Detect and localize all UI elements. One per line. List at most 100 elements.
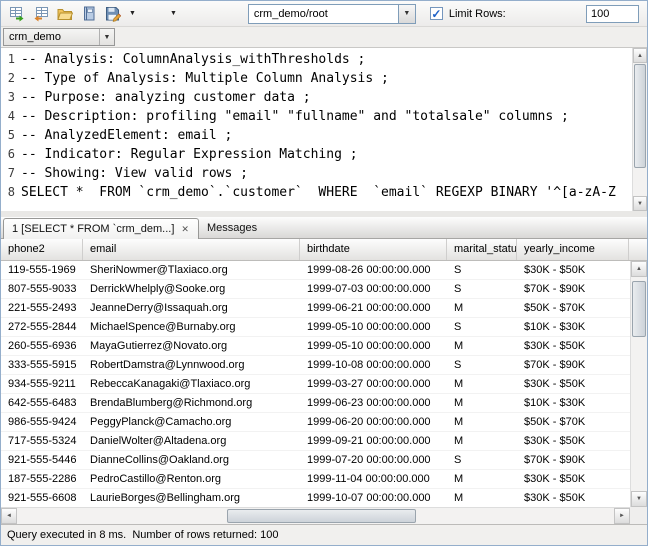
- table-cell: 921-555-6608: [1, 489, 83, 507]
- table-cell: M: [447, 394, 517, 412]
- table-cell: 1999-07-20 00:00:00.000: [300, 451, 447, 469]
- status-text: Query executed in 8 ms. Number of rows r…: [7, 529, 278, 541]
- table-cell: M: [447, 413, 517, 431]
- result-table: phone2emailbirthdatemarital_statusyearly…: [1, 239, 647, 524]
- notebook-icon[interactable]: [78, 3, 100, 24]
- code-line: -- AnalyzedElement: email ;: [21, 126, 232, 145]
- table-cell: 1999-06-21 00:00:00.000: [300, 299, 447, 317]
- table-cell: S: [447, 318, 517, 336]
- table-cell: $30K - $50K: [517, 470, 629, 488]
- sql-editor-window: ▼ ▼ crm_demo/root ▼ ✓ Limit Rows: crm_de…: [0, 0, 648, 546]
- table-cell: 1999-08-26 00:00:00.000: [300, 261, 447, 279]
- table-cell: 1999-09-21 00:00:00.000: [300, 432, 447, 450]
- table-cell: $50K - $70K: [517, 413, 629, 431]
- table-cell: $70K - $90K: [517, 280, 629, 298]
- table-cell: $70K - $90K: [517, 356, 629, 374]
- table-horizontal-scrollbar[interactable]: ◄ ►: [1, 507, 630, 524]
- line-number: 1: [1, 50, 21, 69]
- table-cell: $10K - $30K: [517, 318, 629, 336]
- table-cell: $50K - $70K: [517, 299, 629, 317]
- column-header-email[interactable]: email: [83, 239, 300, 260]
- column-header-birthdate[interactable]: birthdate: [300, 239, 447, 260]
- tab-result-1[interactable]: 1 [SELECT * FROM `crm_dem...] ✕: [3, 218, 199, 239]
- table-cell: M: [447, 337, 517, 355]
- code-line: -- Description: profiling "email" "fulln…: [21, 107, 569, 126]
- scrollbar-thumb[interactable]: [634, 64, 646, 168]
- editor-vertical-scrollbar[interactable]: ▲ ▼: [632, 48, 647, 211]
- table-row[interactable]: 986-555-9424PeggyPlanck@Camacho.org1999-…: [1, 413, 647, 432]
- table-row[interactable]: 807-555-9033DerrickWhelply@Sooke.org1999…: [1, 280, 647, 299]
- check-icon: ✓: [431, 9, 441, 19]
- chevron-down-icon[interactable]: ▼: [126, 10, 139, 17]
- open-folder-icon[interactable]: [54, 3, 76, 24]
- table-cell: M: [447, 470, 517, 488]
- connection-combo-value: crm_demo/root: [249, 5, 398, 23]
- result-tabbar: 1 [SELECT * FROM `crm_dem...] ✕ Messages: [1, 217, 647, 239]
- table-cell: 1999-03-27 00:00:00.000: [300, 375, 447, 393]
- scroll-right-icon[interactable]: ►: [614, 508, 630, 524]
- table-row[interactable]: 333-555-5915RobertDamstra@Lynnwood.org19…: [1, 356, 647, 375]
- table-cell: $30K - $50K: [517, 432, 629, 450]
- database-combo-value: crm_demo: [4, 29, 99, 45]
- save-edit-icon[interactable]: [102, 3, 124, 24]
- code-line: -- Showing: View valid rows ;: [21, 164, 248, 183]
- table-cell: 986-555-9424: [1, 413, 83, 431]
- scroll-left-icon[interactable]: ◄: [1, 508, 17, 524]
- table-row[interactable]: 272-555-2844MichaelSpence@Burnaby.org199…: [1, 318, 647, 337]
- scroll-down-icon[interactable]: ▼: [631, 491, 647, 507]
- table-row[interactable]: 187-555-2286PedroCastillo@Renton.org1999…: [1, 470, 647, 489]
- table-cell: DanielWolter@Altadena.org: [83, 432, 300, 450]
- table-cell: $30K - $50K: [517, 489, 629, 507]
- scroll-up-icon[interactable]: ▲: [633, 48, 647, 63]
- table-cell: S: [447, 261, 517, 279]
- table-cell: 1999-10-07 00:00:00.000: [300, 489, 447, 507]
- import-icon[interactable]: [30, 3, 52, 24]
- table-cell: S: [447, 451, 517, 469]
- table-cell: S: [447, 356, 517, 374]
- scroll-down-icon[interactable]: ▼: [633, 196, 647, 211]
- code-line: SELECT * FROM `crm_demo`.`customer` WHER…: [21, 183, 616, 202]
- scrollbar-thumb[interactable]: [632, 281, 646, 337]
- table-cell: 221-555-2493: [1, 299, 83, 317]
- table-row[interactable]: 717-555-5324DanielWolter@Altadena.org199…: [1, 432, 647, 451]
- table-cell: $30K - $50K: [517, 337, 629, 355]
- tab-messages[interactable]: Messages: [199, 217, 265, 238]
- table-row[interactable]: 921-555-5446DianneCollins@Oakland.org199…: [1, 451, 647, 470]
- tab-label: 1 [SELECT * FROM `crm_dem...]: [12, 223, 174, 235]
- connection-combo[interactable]: crm_demo/root ▼: [248, 4, 416, 24]
- table-row[interactable]: 260-555-6936MayaGutierrez@Novato.org1999…: [1, 337, 647, 356]
- table-cell: $70K - $90K: [517, 451, 629, 469]
- tab-label: Messages: [207, 222, 257, 234]
- chevron-down-icon[interactable]: ▼: [398, 5, 415, 23]
- code-line: -- Type of Analysis: Multiple Column Ana…: [21, 69, 389, 88]
- line-number: 4: [1, 107, 21, 126]
- table-cell: 807-555-9033: [1, 280, 83, 298]
- table-row[interactable]: 921-555-6608LaurieBorges@Bellingham.org1…: [1, 489, 647, 507]
- table-row[interactable]: 934-555-9211RebeccaKanagaki@Tlaxiaco.org…: [1, 375, 647, 394]
- table-row[interactable]: 119-555-1969SheriNowmer@Tlaxiaco.org1999…: [1, 261, 647, 280]
- chevron-down-icon[interactable]: ▼: [167, 10, 180, 17]
- chevron-down-icon[interactable]: ▼: [99, 29, 114, 45]
- table-cell: 272-555-2844: [1, 318, 83, 336]
- table-cell: LaurieBorges@Bellingham.org: [83, 489, 300, 507]
- column-header-marital_status[interactable]: marital_status: [447, 239, 517, 260]
- code-line: -- Analysis: ColumnAnalysis_withThreshol…: [21, 50, 365, 69]
- limit-rows-checkbox[interactable]: ✓: [430, 7, 443, 20]
- column-header-phone2[interactable]: phone2: [1, 239, 83, 260]
- column-header-yearly_income[interactable]: yearly_income: [517, 239, 629, 260]
- database-combo[interactable]: crm_demo ▼: [3, 28, 115, 46]
- table-cell: 934-555-9211: [1, 375, 83, 393]
- scroll-up-icon[interactable]: ▲: [631, 261, 647, 277]
- limit-rows-input[interactable]: [586, 5, 639, 23]
- table-cell: M: [447, 375, 517, 393]
- line-number: 6: [1, 145, 21, 164]
- line-number: 5: [1, 126, 21, 145]
- close-icon[interactable]: ✕: [180, 224, 190, 234]
- export-result-icon[interactable]: [6, 3, 28, 24]
- table-row[interactable]: 642-555-6483BrendaBlumberg@Richmond.org1…: [1, 394, 647, 413]
- sql-editor[interactable]: 1 -- Analysis: ColumnAnalysis_withThresh…: [1, 47, 647, 211]
- table-vertical-scrollbar[interactable]: ▲ ▼: [630, 261, 647, 507]
- table-cell: SheriNowmer@Tlaxiaco.org: [83, 261, 300, 279]
- table-row[interactable]: 221-555-2493JeanneDerry@Issaquah.org1999…: [1, 299, 647, 318]
- scrollbar-thumb[interactable]: [227, 509, 416, 523]
